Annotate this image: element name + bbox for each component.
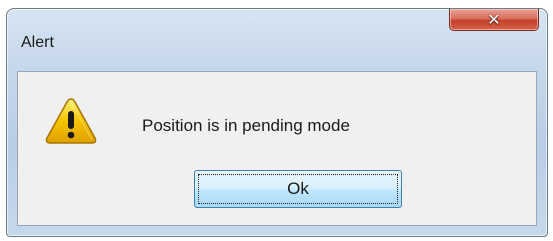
window-title: Alert (21, 34, 54, 51)
warning-icon (45, 98, 97, 144)
close-icon: ✕ (487, 9, 501, 29)
alert-dialog-window: Alert ✕ Position is in pending mode Ok (6, 8, 548, 237)
dialog-content: Position is in pending mode Ok (17, 71, 537, 226)
title-bar[interactable]: Alert ✕ (7, 9, 547, 61)
close-button[interactable]: ✕ (449, 9, 539, 31)
alert-message: Position is in pending mode (142, 116, 350, 135)
ok-button[interactable]: Ok (194, 170, 402, 208)
ok-button-label: Ok (287, 179, 309, 198)
